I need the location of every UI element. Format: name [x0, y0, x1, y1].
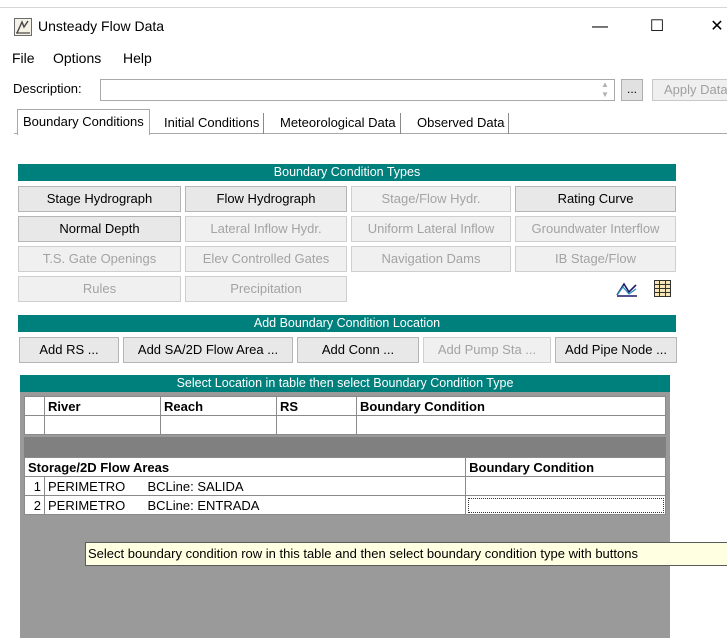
apply-data-button[interactable]: Apply Data [652, 79, 727, 101]
ib-stage-flow-button[interactable]: IB Stage/Flow [515, 246, 676, 272]
table-cell[interactable] [44, 415, 161, 435]
groundwater-interflow-button[interactable]: Groundwater Interflow [515, 216, 676, 242]
bc-types-header: Boundary Condition Types [18, 164, 676, 181]
table-row[interactable]: 2 PERIMETRO BCLine: ENTRADA [24, 495, 666, 515]
tooltip: Select boundary condition row in this ta… [85, 542, 727, 566]
table-cell[interactable] [160, 415, 277, 435]
tab-meteorological-data[interactable]: Meteorological Data [276, 113, 401, 134]
table-row[interactable]: 1 PERIMETRO BCLine: SALIDA [24, 476, 666, 496]
tab-boundary-conditions[interactable]: Boundary Conditions [17, 109, 150, 135]
boundary-condition-cell[interactable] [465, 495, 666, 515]
add-conn-button[interactable]: Add Conn ... [297, 337, 419, 363]
river-row-header-cell [24, 396, 45, 416]
add-sa-2d-flow-area-button[interactable]: Add SA/2D Flow Area ... [123, 337, 293, 363]
reach-column-header: Reach [160, 396, 277, 416]
rs-column-header: RS [276, 396, 357, 416]
tab-initial-conditions[interactable]: Initial Conditions [160, 113, 265, 134]
flow-hydrograph-button[interactable]: Flow Hydrograph [185, 186, 347, 212]
hec-ras-app-icon [14, 18, 32, 36]
add-rs-button[interactable]: Add RS ... [19, 337, 119, 363]
tab-observed-data[interactable]: Observed Data [413, 113, 510, 134]
window-title: Unsteady Flow Data [38, 18, 165, 34]
ts-gate-openings-button[interactable]: T.S. Gate Openings [18, 246, 181, 272]
description-label: Description: [13, 81, 82, 96]
add-pump-sta-button[interactable]: Add Pump Sta ... [423, 337, 551, 363]
storage-area-column-header: Storage/2D Flow Areas [23, 457, 467, 477]
menu-options[interactable]: Options [53, 50, 101, 66]
rating-curve-button[interactable]: Rating Curve [515, 186, 676, 212]
boundary-condition-cell[interactable] [465, 476, 666, 496]
storage-table: Storage/2D Flow Areas Boundary Condition… [23, 457, 666, 515]
hydrograph-plot-icon[interactable] [615, 279, 639, 299]
description-ellipsis-button[interactable]: ... [621, 79, 643, 101]
precipitation-button[interactable]: Precipitation [185, 276, 347, 302]
storage-area-name[interactable]: PERIMETRO [44, 495, 145, 515]
row-number: 1 [24, 476, 45, 496]
maximize-button[interactable]: ☐ [642, 16, 672, 38]
bcline-name[interactable]: BCLine: ENTRADA [144, 495, 467, 515]
menu-help[interactable]: Help [123, 50, 152, 66]
table-grid-icon[interactable] [651, 279, 675, 299]
storage-bc-column-header: Boundary Condition [465, 457, 666, 477]
lateral-inflow-hydr-button[interactable]: Lateral Inflow Hydr. [185, 216, 347, 242]
rules-button[interactable]: Rules [18, 276, 181, 302]
close-button[interactable]: ✕ [702, 16, 727, 38]
river-table: River Reach RS Boundary Condition [24, 396, 666, 435]
elev-controlled-gates-button[interactable]: Elev Controlled Gates [185, 246, 347, 272]
stage-hydrograph-button[interactable]: Stage Hydrograph [18, 186, 181, 212]
minimize-button[interactable]: — [585, 16, 615, 38]
description-spinner-icon[interactable]: ▲ ▼ [596, 80, 614, 100]
table-cell[interactable] [24, 415, 45, 435]
description-input[interactable] [100, 79, 615, 101]
normal-depth-button[interactable]: Normal Depth [18, 216, 181, 242]
menu-file[interactable]: File [12, 50, 35, 66]
table-separator [24, 437, 666, 458]
navigation-dams-button[interactable]: Navigation Dams [351, 246, 511, 272]
table-header: Select Location in table then select Bou… [20, 375, 670, 392]
table-cell[interactable] [356, 415, 666, 435]
river-column-header: River [44, 396, 161, 416]
stage-flow-hydr-button[interactable]: Stage/Flow Hydr. [351, 186, 511, 212]
uniform-lateral-inflow-button[interactable]: Uniform Lateral Inflow [351, 216, 511, 242]
storage-area-name[interactable]: PERIMETRO [44, 476, 145, 496]
add-location-header: Add Boundary Condition Location [18, 315, 676, 332]
row-number: 2 [24, 495, 45, 515]
window-top-edge [0, 0, 727, 8]
bc-column-header: Boundary Condition [356, 396, 666, 416]
bcline-name[interactable]: BCLine: SALIDA [144, 476, 467, 496]
table-cell[interactable] [276, 415, 357, 435]
add-pipe-node-button[interactable]: Add Pipe Node ... [555, 337, 677, 363]
